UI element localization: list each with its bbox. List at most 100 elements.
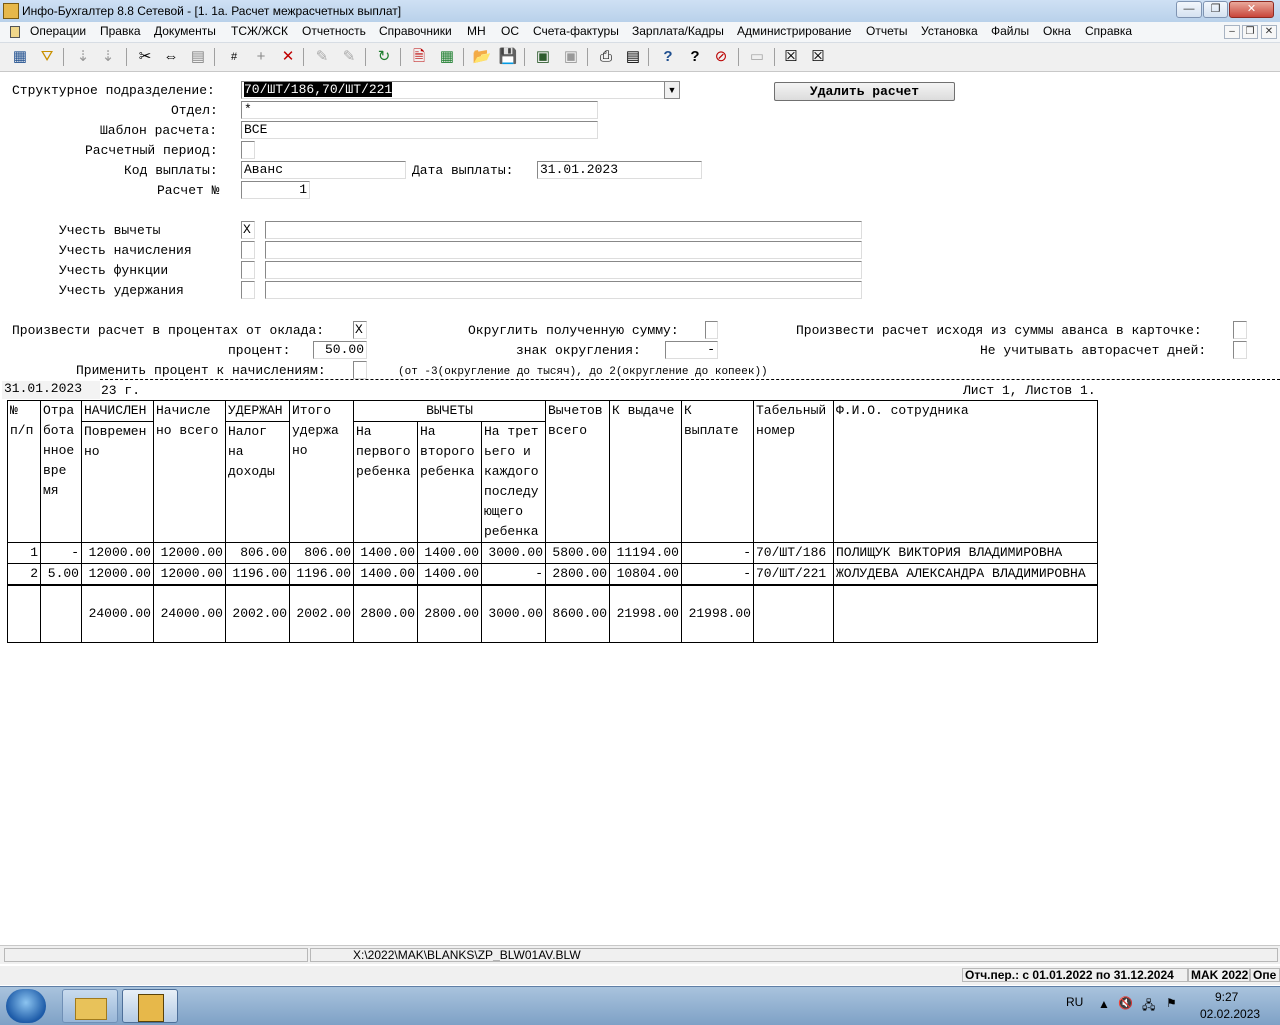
report-date-suffix: 23 г.: [101, 383, 141, 398]
toolbar: ▦ ⛛ ⇣ ⇣ ✂ ⇔ ▤ # + ✕ ✎ ✎ ↻ 🗎 ▦ 📂 💾 ▣ ▣ ⎙ …: [0, 43, 1280, 72]
menu-salary[interactable]: Зарплата/Кадры: [632, 24, 724, 38]
document-icon[interactable]: 🗎: [408, 47, 430, 67]
check-withholdings-text[interactable]: [265, 281, 862, 299]
mdi-close-button[interactable]: ✕: [1261, 25, 1277, 39]
menu-reporting[interactable]: Отчетность: [302, 24, 366, 38]
calculator-icon[interactable]: ▦: [436, 47, 458, 67]
menu-edit[interactable]: Правка: [100, 24, 141, 38]
preview-icon[interactable]: ▤: [622, 47, 644, 67]
filter-icon[interactable]: ⛛: [36, 47, 58, 67]
menu-operations[interactable]: Операции: [30, 24, 86, 38]
flag-icon[interactable]: ⚑: [1166, 996, 1177, 1010]
save-icon[interactable]: 💾: [497, 47, 519, 67]
check-accruals-text[interactable]: [265, 241, 862, 259]
tool-icon[interactable]: ✎: [311, 47, 333, 67]
cell: 10804.00: [609, 563, 682, 586]
app-icon[interactable]: [3, 3, 19, 19]
cell: ПОЛИЩУК ВИКТОРИЯ ВЛАДИМИРОВНА: [833, 542, 1098, 564]
help-icon[interactable]: ?: [657, 47, 679, 67]
menu-help[interactable]: Справка: [1085, 24, 1132, 38]
check-accruals-box[interactable]: [241, 241, 255, 259]
start-button[interactable]: [6, 989, 46, 1023]
mdi-restore-button[interactable]: ❐: [1242, 25, 1258, 39]
percent-field[interactable]: 50.00: [313, 341, 367, 359]
compass-icon[interactable]: ⊘: [710, 47, 732, 67]
advance-card-checkbox[interactable]: [1233, 321, 1247, 339]
report-date-field[interactable]: 31.01.2023: [2, 381, 100, 399]
status-period: Отч.пер.: с 01.01.2022 по 31.12.2024: [962, 968, 1188, 982]
check-functions-text[interactable]: [265, 261, 862, 279]
clock-time[interactable]: 9:27: [1215, 990, 1238, 1004]
template-field[interactable]: ВСЕ: [241, 121, 598, 139]
chevron-down-icon[interactable]: ▼: [664, 81, 680, 99]
close-button[interactable]: ✕: [1229, 1, 1274, 18]
tray-expand-icon[interactable]: ▲: [1098, 997, 1110, 1011]
language-indicator[interactable]: RU: [1066, 995, 1083, 1009]
cell: 2800.00: [545, 563, 610, 586]
menu-mn[interactable]: МН: [467, 24, 486, 38]
close-doc-icon[interactable]: ☒: [780, 47, 802, 67]
check-withholdings-box[interactable]: [241, 281, 255, 299]
paste-icon[interactable]: ▤: [187, 47, 209, 67]
maximize-button[interactable]: ❐: [1203, 1, 1228, 18]
check-functions-box[interactable]: [241, 261, 255, 279]
apply-percent-checkbox[interactable]: [353, 361, 367, 379]
check-deductions-box[interactable]: X: [241, 221, 255, 239]
table-row: 2 5.00 12000.00 12000.00 1196.00 1196.00…: [7, 563, 1098, 586]
sort-asc-icon[interactable]: ⇣: [72, 47, 94, 67]
dept-field[interactable]: *: [241, 101, 598, 119]
menu-documents[interactable]: Документы: [154, 24, 216, 38]
menu-windows[interactable]: Окна: [1043, 24, 1071, 38]
menu-settings[interactable]: Установка: [921, 24, 978, 38]
number-icon[interactable]: #: [223, 47, 245, 67]
tool2-icon[interactable]: ✎: [338, 47, 360, 67]
explorer-task-icon[interactable]: [62, 989, 118, 1023]
volume-icon[interactable]: 🔇: [1118, 996, 1133, 1010]
menu-invoices[interactable]: Счета-фактуры: [533, 24, 619, 38]
add-icon[interactable]: +: [250, 47, 272, 67]
infobuh-task-icon[interactable]: [122, 989, 178, 1023]
menu-tszh[interactable]: ТСЖ/ЖСК: [231, 24, 288, 38]
paydate-field[interactable]: 31.01.2023: [537, 161, 702, 179]
minimize-button[interactable]: —: [1176, 1, 1202, 18]
sort-desc-icon[interactable]: ⇣: [97, 47, 119, 67]
division-select[interactable]: 70/ШТ/186,70/ШТ/221: [241, 81, 665, 99]
period-field[interactable]: [241, 141, 255, 159]
round-checkbox[interactable]: [705, 321, 718, 339]
calcno-field[interactable]: 1: [241, 181, 310, 199]
table-row: 1 - 12000.00 12000.00 806.00 806.00 1400…: [7, 542, 1098, 564]
paycode-label: Код выплаты:: [124, 163, 218, 178]
delete-calc-button[interactable]: Удалить расчет: [774, 82, 955, 101]
grid-icon[interactable]: ▦: [9, 47, 31, 67]
cell: 12000.00: [81, 542, 154, 564]
document-menu-icon[interactable]: [10, 26, 20, 38]
print-icon[interactable]: ⎙: [595, 47, 617, 67]
cut-icon[interactable]: ✂: [134, 47, 156, 67]
check-deductions-text[interactable]: [265, 221, 862, 239]
menu-os[interactable]: ОС: [501, 24, 519, 38]
delete-icon[interactable]: ✕: [277, 47, 299, 67]
menu-admin[interactable]: Администрирование: [737, 24, 851, 38]
move-icon[interactable]: ⇔: [160, 47, 182, 67]
cell: 2: [7, 563, 41, 586]
check-functions-label: Учесть функции: [59, 263, 169, 278]
percent-calc-checkbox[interactable]: X: [353, 321, 367, 339]
menu-reports[interactable]: Отчеты: [866, 24, 907, 38]
open-folder-icon[interactable]: 📂: [471, 47, 493, 67]
header-third-child: На трет ьего и каждого последу ющего реб…: [481, 421, 546, 543]
report-icon[interactable]: ▭: [746, 47, 768, 67]
close-all-icon[interactable]: ☒: [807, 47, 829, 67]
context-help-icon[interactable]: ?: [684, 47, 706, 67]
menu-references[interactable]: Справочники: [379, 24, 452, 38]
mdi-minimize-button[interactable]: –: [1224, 25, 1240, 39]
cell: 24000.00: [153, 584, 226, 643]
clock-date[interactable]: 02.02.2023: [1200, 1007, 1260, 1021]
import-icon[interactable]: ▣: [560, 47, 582, 67]
menu-files[interactable]: Файлы: [991, 24, 1029, 38]
network-icon[interactable]: 🖧: [1142, 996, 1155, 1017]
no-autocalc-checkbox[interactable]: [1233, 341, 1247, 359]
refresh-icon[interactable]: ↻: [373, 47, 395, 67]
paycode-field[interactable]: Аванс: [241, 161, 406, 179]
round-sign-field[interactable]: -: [665, 341, 718, 359]
export-icon[interactable]: ▣: [532, 47, 554, 67]
